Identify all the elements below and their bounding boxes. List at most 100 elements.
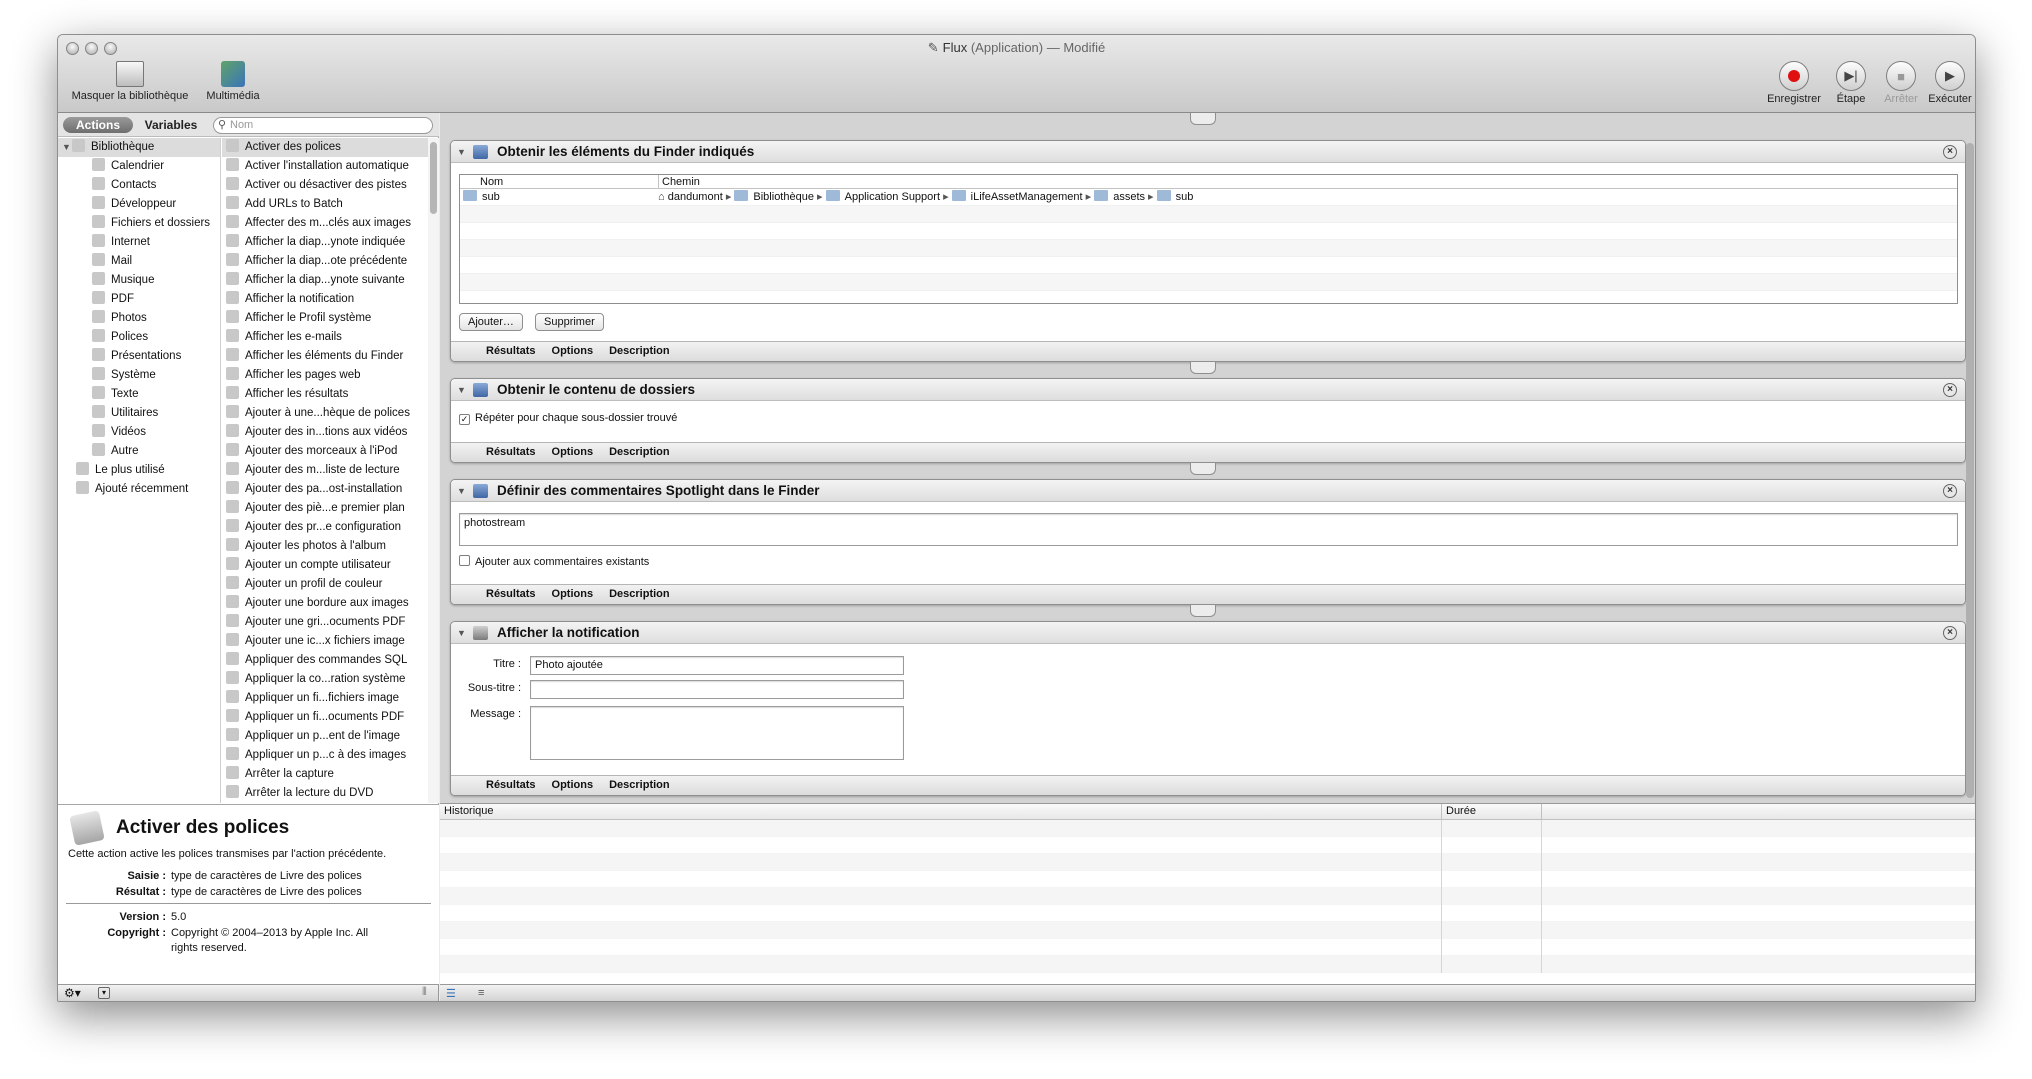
- action-item[interactable]: Ajouter des morceaux à l'iPod: [222, 442, 428, 461]
- add-button[interactable]: Ajouter…: [459, 313, 523, 331]
- action-item[interactable]: Afficher la diap...ynote suivante: [222, 271, 428, 290]
- path-control[interactable]: ⌂ dandumont ▸ Bibliothèque ▸ Application…: [658, 189, 1193, 206]
- action-item[interactable]: Ajouter des piè...e premier plan: [222, 499, 428, 518]
- run-button[interactable]: ▶ Exécuter: [1924, 61, 1975, 105]
- disclosure-triangle-icon[interactable]: ▼: [457, 379, 466, 401]
- close-step-button[interactable]: ×: [1943, 484, 1957, 498]
- media-button[interactable]: Multimédia: [203, 61, 263, 102]
- tab-description[interactable]: Description: [609, 345, 670, 357]
- library-category[interactable]: Musique: [58, 271, 220, 290]
- library-category[interactable]: Photos: [58, 309, 220, 328]
- library-category[interactable]: Autre: [58, 442, 220, 461]
- library-category[interactable]: Présentations: [58, 347, 220, 366]
- action-item[interactable]: Ajouter une bordure aux images: [222, 594, 428, 613]
- action-item[interactable]: Add URLs to Batch: [222, 195, 428, 214]
- action-item[interactable]: Appliquer un p...ent de l'image: [222, 727, 428, 746]
- action-item[interactable]: Activer ou désactiver des pistes: [222, 176, 428, 195]
- hide-library-button[interactable]: Masquer la bibliothèque: [65, 61, 195, 102]
- action-item[interactable]: Arrêter la lecture du DVD: [222, 784, 428, 803]
- tab-results[interactable]: Résultats: [486, 345, 536, 357]
- workflow-scrollbar[interactable]: [1966, 143, 1974, 798]
- action-item[interactable]: Appliquer un p...c à des images: [222, 746, 428, 765]
- tab-results[interactable]: Résultats: [486, 588, 536, 600]
- tab-variables[interactable]: Variables: [137, 117, 205, 133]
- gear-icon[interactable]: ⚙▾: [64, 986, 81, 1000]
- library-category[interactable]: Développeur: [58, 195, 220, 214]
- action-item[interactable]: Afficher le Profil système: [222, 309, 428, 328]
- action-item[interactable]: Appliquer un fi...fichiers image: [222, 689, 428, 708]
- action-item[interactable]: Ajouter un compte utilisateur: [222, 556, 428, 575]
- action-item[interactable]: Ajouter des in...tions aux vidéos: [222, 423, 428, 442]
- action-item[interactable]: Afficher les résultats: [222, 385, 428, 404]
- scrollbar-thumb[interactable]: [430, 142, 437, 214]
- column-name[interactable]: Nom: [480, 175, 503, 189]
- tab-results[interactable]: Résultats: [486, 446, 536, 458]
- action-item[interactable]: Afficher les pages web: [222, 366, 428, 385]
- library-category[interactable]: Contacts: [58, 176, 220, 195]
- disclosure-triangle-icon[interactable]: ▼: [457, 622, 466, 644]
- action-item[interactable]: Arrêter la capture: [222, 765, 428, 784]
- action-item[interactable]: Afficher les éléments du Finder: [222, 347, 428, 366]
- action-item[interactable]: Appliquer un fi...ocuments PDF: [222, 708, 428, 727]
- library-category[interactable]: Utilitaires: [58, 404, 220, 423]
- list-view-icon[interactable]: ☰: [446, 987, 456, 1000]
- library-category[interactable]: Texte: [58, 385, 220, 404]
- stop-button[interactable]: ■ Arrêter: [1876, 61, 1926, 105]
- subtitle-field[interactable]: [530, 680, 904, 699]
- actions-scrollbar[interactable]: [428, 138, 439, 803]
- close-step-button[interactable]: ×: [1943, 145, 1957, 159]
- disclosure-triangle-icon[interactable]: ▼: [62, 138, 72, 157]
- tab-results[interactable]: Résultats: [486, 779, 536, 791]
- action-item[interactable]: Activer des polices: [222, 138, 428, 157]
- tab-options[interactable]: Options: [552, 779, 594, 791]
- disclosure-triangle-icon[interactable]: ▼: [457, 141, 466, 163]
- record-button[interactable]: Enregistrer: [1763, 61, 1825, 105]
- library-category[interactable]: Système: [58, 366, 220, 385]
- column-path[interactable]: Chemin: [658, 175, 700, 189]
- disclosure-triangle-icon[interactable]: ▼: [457, 480, 466, 502]
- action-item[interactable]: Ajouter une gri...ocuments PDF: [222, 613, 428, 632]
- action-item[interactable]: Appliquer la co...ration système: [222, 670, 428, 689]
- library-category[interactable]: Mail: [58, 252, 220, 271]
- library-category[interactable]: Internet: [58, 233, 220, 252]
- close-step-button[interactable]: ×: [1943, 626, 1957, 640]
- tab-description[interactable]: Description: [609, 779, 670, 791]
- action-item[interactable]: Ajouter les photos à l'album: [222, 537, 428, 556]
- tab-actions[interactable]: Actions: [63, 117, 133, 133]
- library-category[interactable]: Calendrier: [58, 157, 220, 176]
- message-field[interactable]: [530, 706, 904, 760]
- tab-description[interactable]: Description: [609, 446, 670, 458]
- action-item[interactable]: Afficher la diap...ynote indiquée: [222, 233, 428, 252]
- action-item[interactable]: Affecter des m...clés aux images: [222, 214, 428, 233]
- action-item[interactable]: Afficher la notification: [222, 290, 428, 309]
- close-step-button[interactable]: ×: [1943, 383, 1957, 397]
- action-item[interactable]: Ajouter un profil de couleur: [222, 575, 428, 594]
- library-category[interactable]: Polices: [58, 328, 220, 347]
- resize-handle-icon[interactable]: ⦀: [422, 986, 427, 999]
- action-item[interactable]: Ajouter des m...liste de lecture: [222, 461, 428, 480]
- action-item[interactable]: Afficher la diap...ote précédente: [222, 252, 428, 271]
- action-item[interactable]: Activer l'installation automatique: [222, 157, 428, 176]
- search-input[interactable]: ⚲ Nom: [213, 117, 433, 134]
- action-item[interactable]: Ajouter à une...hèque de polices: [222, 404, 428, 423]
- action-item[interactable]: Appliquer des commandes SQL: [222, 651, 428, 670]
- tab-options[interactable]: Options: [552, 588, 594, 600]
- action-item[interactable]: Ajouter des pr...e configuration: [222, 518, 428, 537]
- detail-view-icon[interactable]: ≡: [478, 987, 484, 999]
- column-history[interactable]: Historique: [444, 804, 494, 819]
- smart-folder[interactable]: Ajouté récemment: [58, 480, 220, 499]
- toggle-description-icon[interactable]: ▾: [98, 987, 110, 999]
- action-item[interactable]: Afficher les e-mails: [222, 328, 428, 347]
- step-button[interactable]: ▶| Étape: [1826, 61, 1876, 105]
- title-field[interactable]: Photo ajoutée: [530, 656, 904, 675]
- library-category[interactable]: PDF: [58, 290, 220, 309]
- smart-folder[interactable]: Le plus utilisé: [58, 461, 220, 480]
- table-row[interactable]: sub ⌂ dandumont ▸ Bibliothèque ▸ Applica…: [460, 189, 1957, 206]
- comment-textarea[interactable]: photostream: [459, 513, 1958, 546]
- library-category[interactable]: Vidéos: [58, 423, 220, 442]
- column-duration[interactable]: Durée: [1441, 804, 1476, 820]
- action-item[interactable]: Ajouter des pa...ost-installation: [222, 480, 428, 499]
- library-category[interactable]: Fichiers et dossiers: [58, 214, 220, 233]
- remove-button[interactable]: Supprimer: [535, 313, 604, 331]
- repeat-subfolders-checkbox[interactable]: ✓ Répéter pour chaque sous-dossier trouvé: [459, 412, 677, 425]
